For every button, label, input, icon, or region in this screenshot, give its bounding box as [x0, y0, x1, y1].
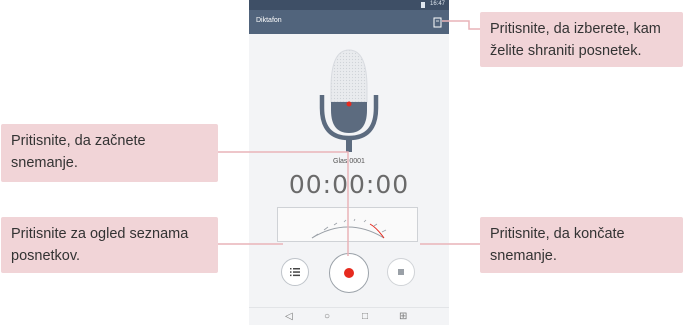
- stop-icon: [398, 269, 404, 275]
- battery-icon: [421, 2, 425, 8]
- recordings-list-button[interactable]: [281, 258, 309, 286]
- phone-screen: 16:47 Diktafon Glas 0001 00:00:00 ◁ ○ □ …: [249, 0, 449, 325]
- callout-save-location: Pritisnite, da izberete, kam želite shra…: [480, 12, 683, 67]
- recent-apps-icon[interactable]: □: [362, 311, 368, 322]
- back-icon[interactable]: ◁: [285, 311, 293, 322]
- list-icon: [290, 268, 300, 277]
- record-button[interactable]: [329, 253, 369, 293]
- status-time: 16:47: [429, 1, 445, 7]
- status-bar: 16:47: [249, 0, 449, 10]
- stop-button[interactable]: [387, 258, 415, 286]
- navigation-bar: ◁ ○ □ ⊞: [249, 307, 449, 325]
- home-icon[interactable]: ○: [324, 311, 330, 322]
- dual-window-icon[interactable]: ⊞: [399, 311, 407, 322]
- level-meter: [277, 207, 418, 242]
- microphone-icon: [249, 40, 449, 160]
- app-title: Diktafon: [256, 17, 282, 24]
- app-bar: Diktafon: [249, 10, 449, 34]
- recording-timer: 00:00:00: [288, 170, 410, 199]
- storage-location-icon[interactable]: [433, 16, 443, 28]
- record-icon: [344, 268, 354, 278]
- callout-stop-recording: Pritisnite, da končate snemanje.: [480, 217, 683, 273]
- callout-start-recording: Pritisnite, da začnete snemanje.: [1, 124, 218, 182]
- recording-name: Glas 0001: [333, 158, 365, 165]
- callout-view-list: Pritisnite za ogled seznama posnetkov.: [1, 217, 218, 273]
